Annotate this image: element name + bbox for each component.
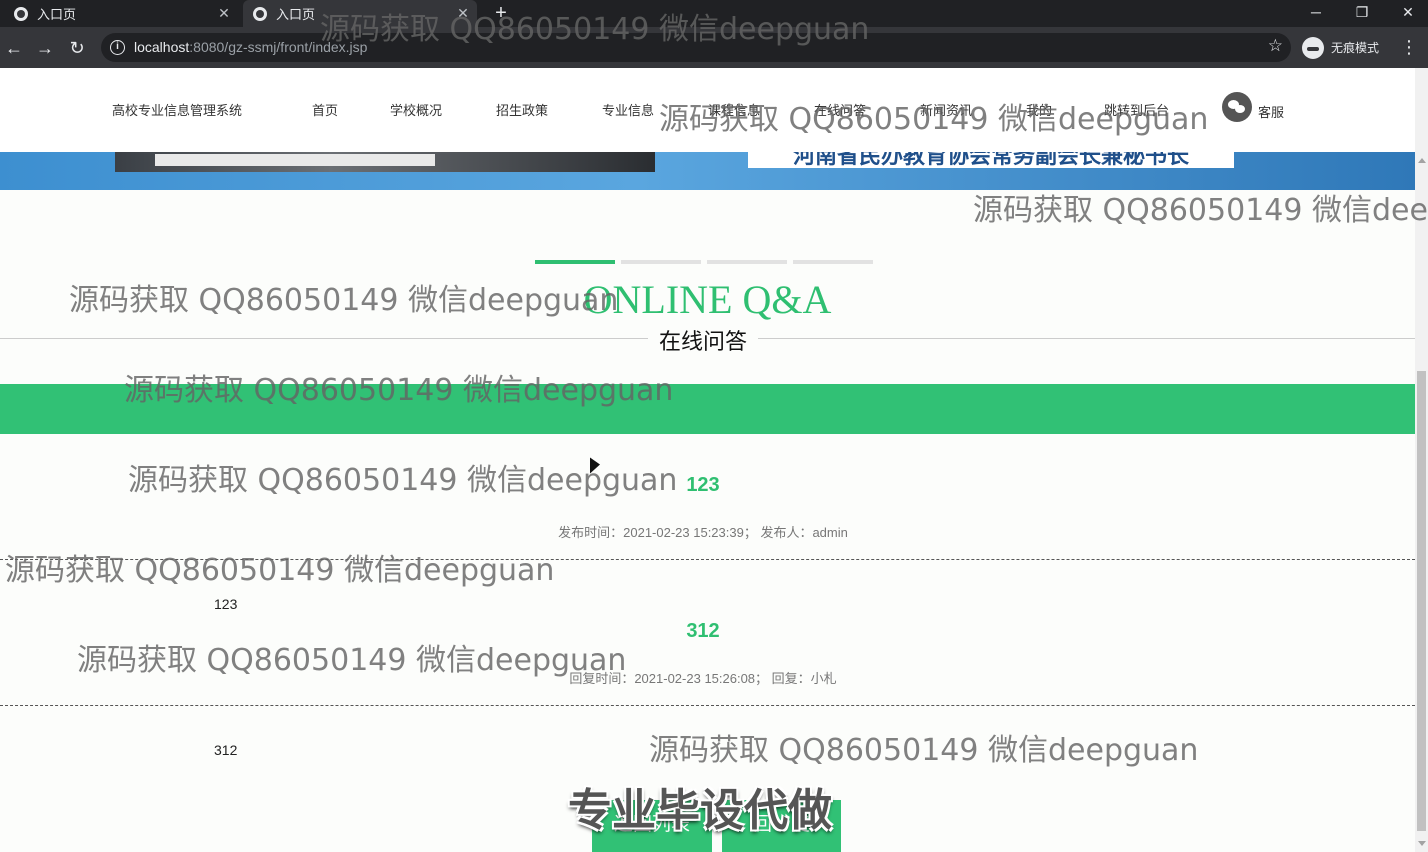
watermark-large: 专业毕设代做 (568, 785, 832, 836)
page-scrollbar[interactable] (1415, 68, 1428, 852)
close-icon[interactable]: ✕ (453, 5, 473, 22)
wechat-icon (1222, 92, 1252, 122)
nav-mine[interactable]: 我的 (1026, 100, 1052, 119)
globe-icon (14, 6, 28, 21)
carousel-dot-2[interactable] (621, 260, 701, 264)
globe-icon (253, 6, 267, 21)
nav-admin[interactable]: 跳转到后台 (1104, 100, 1169, 119)
incognito-label: 无痕模式 (1331, 41, 1380, 55)
url-host: localhost (134, 39, 190, 55)
nav-home[interactable]: 首页 (312, 100, 338, 119)
question-body: 123 (214, 596, 238, 612)
scroll-down-arrow-icon[interactable] (1418, 841, 1426, 846)
address-toolbar: ← → ↻ i localhost:8080/gz-ssmj/front/ind… (0, 27, 1428, 68)
site-info-icon[interactable]: i (110, 40, 125, 55)
banner-carousel: 河南省民办教育协会常务副会长兼秘书长 (0, 152, 1415, 190)
tab-title: 入口页 (276, 7, 316, 22)
nav-news[interactable]: 新闻资讯 (920, 100, 972, 119)
close-icon[interactable]: ✕ (214, 5, 234, 22)
site-brand[interactable]: 高校专业信息管理系统 (112, 100, 242, 119)
banner-caption: 河南省民办教育协会常务副会长兼秘书长 (748, 152, 1234, 168)
carousel-dot-1[interactable] (535, 260, 615, 264)
bookmark-star-icon[interactable]: ☆ (1268, 36, 1283, 56)
reply-title: 312 (686, 620, 720, 642)
nav-online-qa[interactable]: 在线问答 (814, 100, 866, 119)
customer-service[interactable]: 客服 (1222, 92, 1284, 122)
page-viewport: 高校专业信息管理系统 首页 学校概况 招生政策 专业信息 课程信息 在线问答 新… (0, 68, 1428, 852)
browser-tab[interactable]: 入口页 ✕ (0, 0, 238, 27)
section-title-cn: 在线问答 (648, 324, 758, 356)
breadcrumb-band (0, 384, 1415, 434)
banner-photo (115, 152, 655, 172)
browser-tab-active[interactable]: 入口页 ✕ (243, 0, 477, 27)
site-header: 高校专业信息管理系统 首页 学校概况 招生政策 专业信息 课程信息 在线问答 新… (0, 68, 1415, 152)
nav-major-info[interactable]: 专业信息 (602, 100, 654, 119)
scroll-up-arrow-icon[interactable] (1418, 158, 1426, 163)
question-divider (0, 559, 1415, 560)
question-title: 123 (686, 474, 720, 496)
section-title-en: ONLINE Q&A (583, 277, 832, 322)
scrollbar-thumb[interactable] (1417, 371, 1426, 831)
browser-tab-strip: 入口页 ✕ 入口页 ✕ + ─ ❐ ✕ (0, 0, 1428, 27)
close-window-icon[interactable]: ✕ (1385, 0, 1428, 27)
nav-admission-policy[interactable]: 招生政策 (496, 100, 548, 119)
reply-body: 312 (214, 742, 238, 758)
incognito-indicator[interactable]: 无痕模式 (1302, 34, 1379, 61)
incognito-icon (1302, 36, 1324, 59)
nav-course-info[interactable]: 课程信息 (708, 100, 760, 119)
back-icon[interactable]: ← (3, 37, 25, 59)
reply-meta: 回复时间：2021-02-23 15:26:08； 回复：小札 (569, 671, 837, 686)
new-tab-button[interactable]: + (490, 3, 512, 25)
reload-icon[interactable]: ↻ (66, 37, 88, 59)
nav-school-overview[interactable]: 学校概况 (390, 100, 442, 119)
reply-divider (0, 705, 1415, 706)
url-path: :8080/gz-ssmj/front/index.jsp (189, 39, 368, 55)
question-meta: 发布时间：2021-02-23 15:23:39； 发布人：admin (558, 525, 848, 540)
restore-icon[interactable]: ❐ (1339, 0, 1385, 27)
tab-title: 入口页 (37, 7, 77, 22)
carousel-dot-3[interactable] (707, 260, 787, 264)
customer-service-label: 客服 (1258, 105, 1285, 120)
browser-menu-icon[interactable]: ⋮ (1400, 37, 1418, 58)
url-text: localhost:8080/gz-ssmj/front/index.jsp (134, 39, 367, 55)
forward-icon[interactable]: → (34, 37, 56, 59)
minimize-icon[interactable]: ─ (1293, 0, 1339, 27)
carousel-dot-4[interactable] (793, 260, 873, 264)
url-input[interactable]: i localhost:8080/gz-ssmj/front/index.jsp… (101, 33, 1291, 62)
